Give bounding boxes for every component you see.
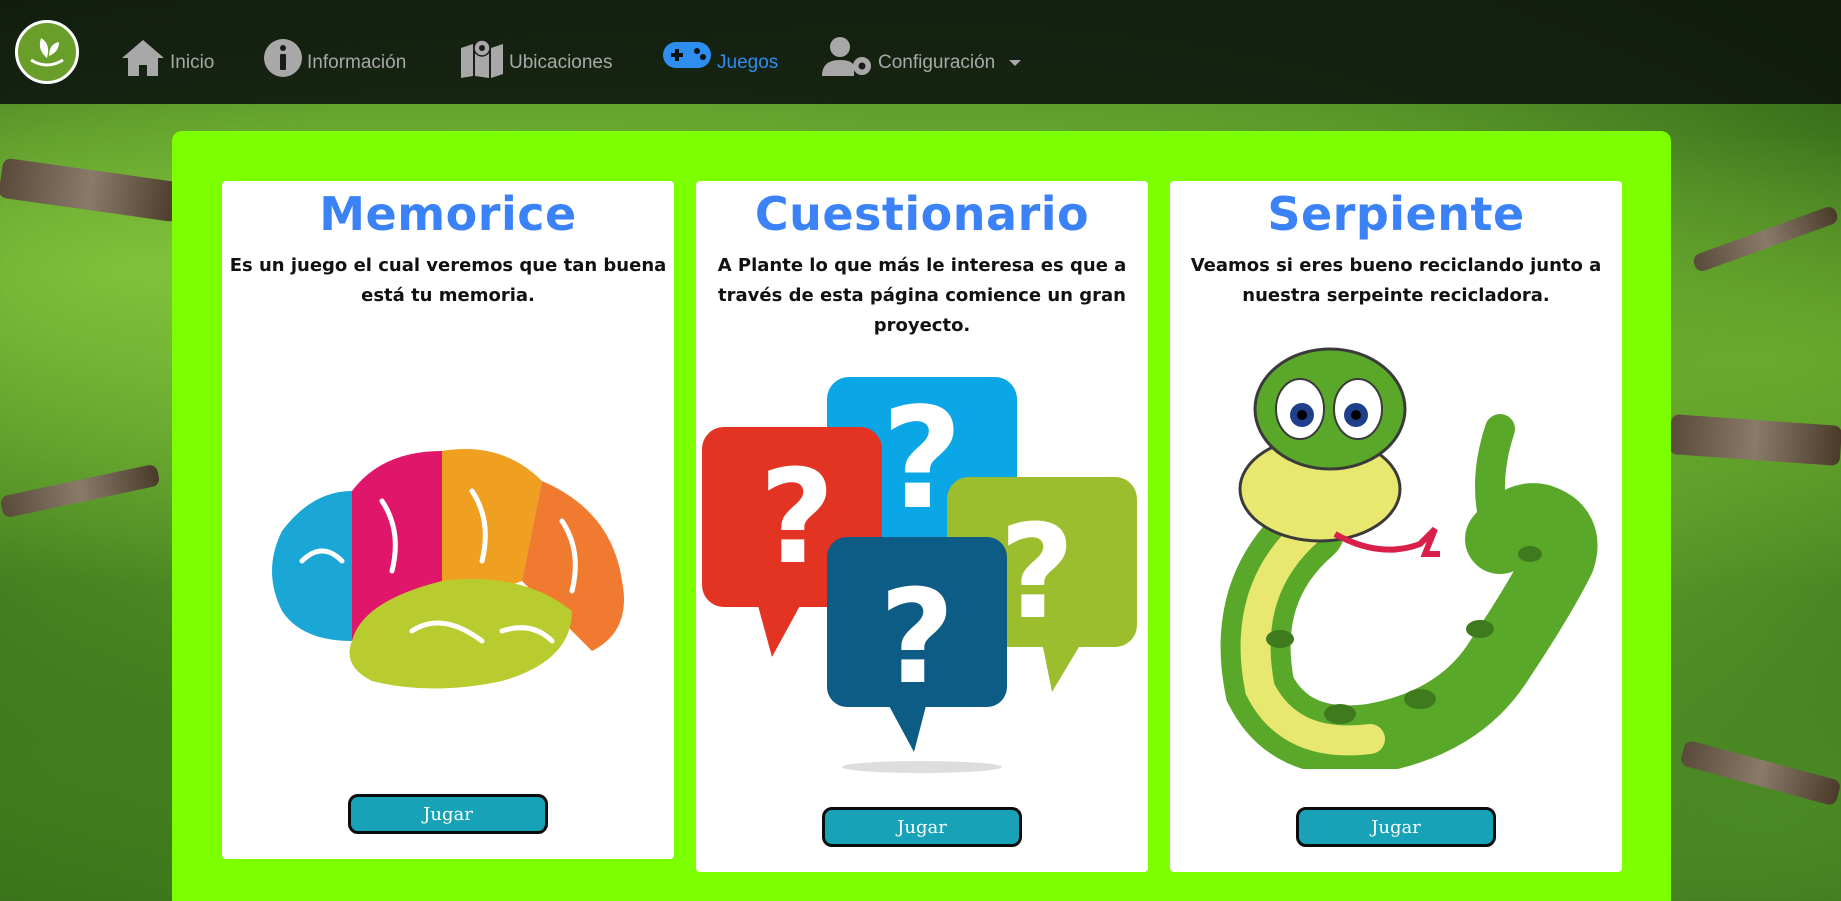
game-card-cuestionario: Cuestionario A Plante lo que más le inte…	[696, 181, 1148, 872]
leaf-hands-logo[interactable]	[15, 20, 79, 84]
snake-icon	[1220, 347, 1598, 769]
user-gear-icon	[822, 37, 871, 76]
background-branch	[0, 463, 161, 519]
card-title: Cuestionario	[754, 187, 1090, 241]
play-button-memorice[interactable]: Jugar	[348, 794, 548, 834]
background-branch	[1668, 414, 1841, 466]
nav-label: Juegos	[717, 52, 779, 73]
nav-label: Ubicaciones	[509, 52, 613, 73]
background-branch	[0, 157, 182, 223]
nav-label: Configuración	[878, 52, 996, 73]
brain-icon	[272, 449, 624, 689]
nav-item-informacion[interactable]: Información	[263, 28, 406, 78]
background-branch	[1691, 204, 1840, 274]
game-card-memorice: Memorice Es un juego el cual veremos que…	[222, 181, 674, 859]
nav-item-juegos[interactable]: Juegos	[661, 28, 778, 78]
map-icon	[461, 39, 503, 78]
games-panel: Memorice Es un juego el cual veremos que…	[172, 131, 1671, 901]
card-title: Serpiente	[1267, 187, 1525, 241]
card-description: Es un juego el cual veremos que tan buen…	[229, 255, 667, 306]
chevron-down-icon	[1009, 60, 1022, 66]
card-description: Veamos si eres bueno reciclando junto a …	[1190, 255, 1602, 306]
nav-item-configuracion[interactable]: Configuración	[822, 28, 1022, 78]
question-bubbles-icon: ? ? ? ?	[702, 377, 1137, 773]
nav-label: Inicio	[170, 52, 215, 73]
card-description: A Plante lo que más le interesa es que a…	[717, 255, 1127, 336]
nav-item-inicio[interactable]: Inicio	[120, 28, 214, 78]
nav-label: Información	[307, 52, 407, 73]
svg-text:?: ?	[999, 496, 1074, 648]
gamepad-icon	[663, 42, 711, 68]
svg-text:?: ?	[759, 441, 834, 593]
background-branch	[1679, 739, 1841, 807]
play-button-serpiente[interactable]: Jugar	[1296, 807, 1496, 847]
nav-item-ubicaciones[interactable]: Ubicaciones	[459, 28, 613, 78]
card-title: Memorice	[319, 187, 577, 241]
top-navbar: Inicio Información Ubicaciones Juegos Co…	[0, 0, 1841, 104]
leaf-hands-icon	[30, 38, 64, 67]
svg-text:?: ?	[879, 561, 954, 713]
game-card-serpiente: Serpiente Veamos si eres bueno recicland…	[1170, 181, 1622, 872]
play-button-cuestionario[interactable]: Jugar	[822, 807, 1022, 847]
info-icon	[264, 39, 302, 77]
home-icon	[122, 40, 164, 76]
